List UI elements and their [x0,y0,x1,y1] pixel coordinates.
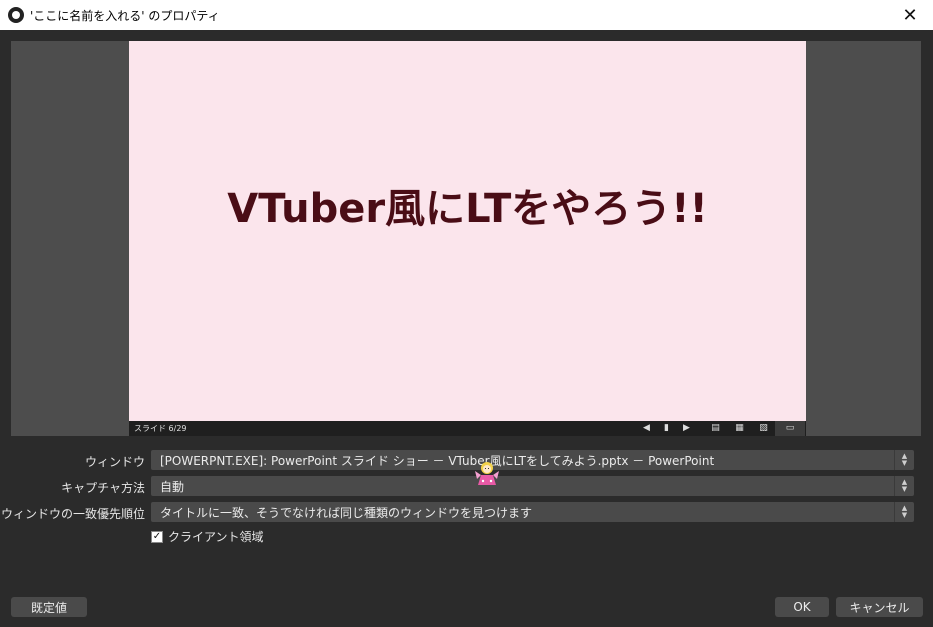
slide-sorter-icon[interactable]: ▦ [734,423,745,434]
slideshow-toolbar: スライド 6/29 ◀ ▮ ▶ ▤ ▦ ▧ ▭ [129,421,806,436]
source-preview: VTuber風にLTをやろう!! スライド 6/29 ◀ ▮ ▶ ▤ ▦ ▧ ▭ [11,41,921,436]
window-priority-label: ウィンドウの一致優先順位 [0,507,145,521]
window-priority-value: タイトルに一致、そうでなければ同じ種類のウィンドウを見つけます [160,505,533,520]
window-select-value: [POWERPNT.EXE]: PowerPoint スライド ショー － VT… [160,453,715,468]
client-area-checkbox[interactable]: ✓ [151,530,163,543]
slide-title: VTuber風にLTをやろう!! [227,186,708,232]
capture-method-label: キャプチャ方法 [61,481,145,495]
defaults-button[interactable]: 既定値 [11,597,87,617]
obs-app-icon [8,7,24,23]
close-icon[interactable]: ✕ [887,0,933,30]
capture-method-select[interactable]: 自動 ▲ ▼ [151,476,914,496]
slide-preview: VTuber風にLTをやろう!! [129,41,806,421]
client-area-label: クライアント領域 [168,530,264,544]
window-title: 'ここに名前を入れる' のプロパティ [30,8,220,23]
prev-icon[interactable]: ◀ [641,423,652,434]
normal-view-icon[interactable]: ▤ [710,423,721,434]
client-area-checkbox-row[interactable]: ✓ クライアント領域 [151,528,264,545]
window-select[interactable]: [POWERPNT.EXE]: PowerPoint スライド ショー － VT… [151,450,914,470]
pen-icon[interactable]: ▮ [661,423,672,434]
mascot-sprite-icon [475,462,499,485]
next-icon[interactable]: ▶ [681,423,692,434]
ok-button[interactable]: OK [775,597,829,617]
chevron-updown-icon[interactable]: ▲ ▼ [894,502,914,522]
window-priority-select[interactable]: タイトルに一致、そうでなければ同じ種類のウィンドウを見つけます ▲ ▼ [151,502,914,522]
title-bar: 'ここに名前を入れる' のプロパティ ✕ [0,0,933,30]
window-label: ウィンドウ [84,455,145,469]
reading-view-icon[interactable]: ▧ [758,423,769,434]
chevron-updown-icon[interactable]: ▲ ▼ [894,476,914,496]
slide-counter: スライド 6/29 [134,424,187,433]
chevron-updown-icon[interactable]: ▲ ▼ [894,450,914,470]
capture-method-value: 自動 [160,479,185,494]
slideshow-icon[interactable]: ▭ [775,421,805,436]
cancel-button[interactable]: キャンセル [836,597,923,617]
